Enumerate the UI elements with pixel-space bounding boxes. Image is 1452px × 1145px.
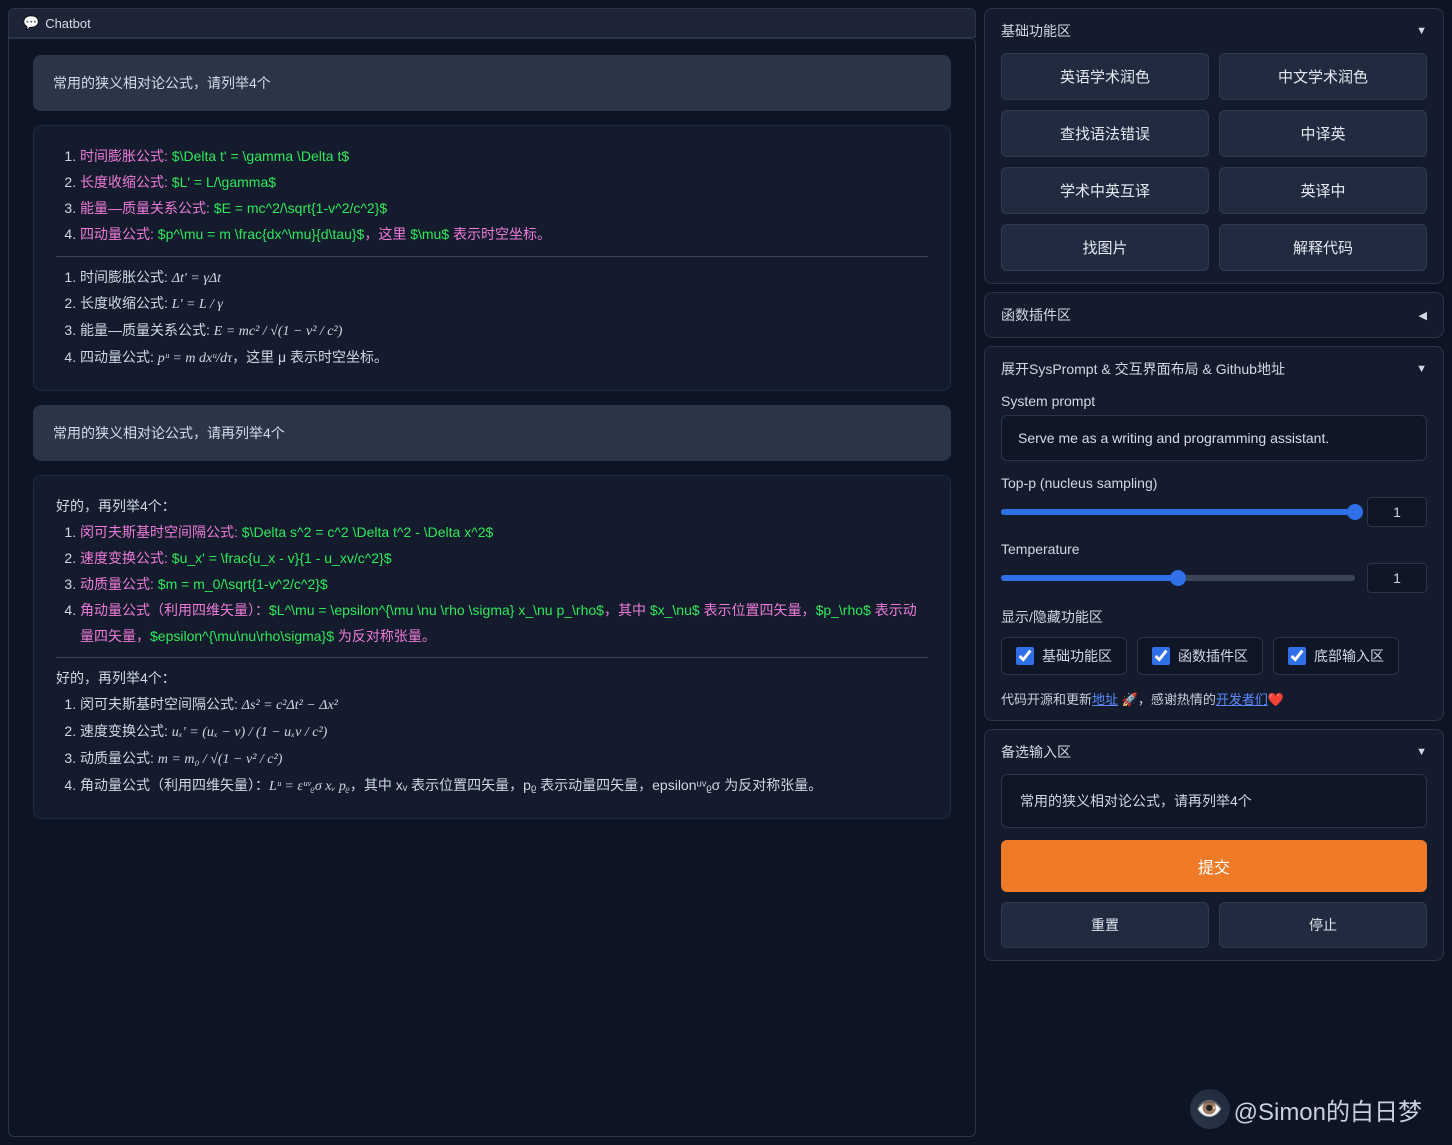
plugin-panel-header[interactable]: 函数插件区 ◀ <box>1001 305 1427 325</box>
chatbot-tab[interactable]: 💬 Chatbot <box>8 8 976 38</box>
fn-grammar-check-button[interactable]: 查找语法错误 <box>1001 110 1209 157</box>
chevron-left-icon: ◀ <box>1419 309 1427 322</box>
chat-scroll: 常用的狭义相对论公式，请列举4个 时间膨胀公式: $\Delta t' = \g… <box>8 38 976 1137</box>
credits-line: 代码开源和更新地址 🚀，感谢热情的开发者们❤️ <box>1001 689 1427 708</box>
chat-icon: 💬 <box>23 15 39 31</box>
heart-icon: ❤️ <box>1268 692 1284 707</box>
topp-label: Top-p (nucleus sampling) <box>1001 475 1427 491</box>
submit-button[interactable]: 提交 <box>1001 840 1427 892</box>
fn-academic-translate-button[interactable]: 学术中英互译 <box>1001 167 1209 214</box>
cb-basic[interactable]: 基础功能区 <box>1001 637 1127 675</box>
temp-label: Temperature <box>1001 541 1427 557</box>
alt-textarea[interactable]: 常用的狭义相对论公式，请再列举4个 <box>1001 774 1427 828</box>
plugin-panel: 函数插件区 ◀ <box>984 292 1444 338</box>
bot-message: 好的，再列举4个： 闵可夫斯基时空间隔公式: $\Delta s^2 = c^2… <box>33 475 951 819</box>
fn-cn-to-en-button[interactable]: 中译英 <box>1219 110 1427 157</box>
stop-button[interactable]: 停止 <box>1219 902 1427 948</box>
fn-explain-code-button[interactable]: 解释代码 <box>1219 224 1427 271</box>
sysprompt-input[interactable]: Serve me as a writing and programming as… <box>1001 415 1427 461</box>
reset-button[interactable]: 重置 <box>1001 902 1209 948</box>
weibo-icon: 👁️ <box>1190 1089 1230 1129</box>
panel-title: 展开SysPrompt & 交互界面布局 & Github地址 <box>1001 359 1285 379</box>
fn-chinese-polish-button[interactable]: 中文学术润色 <box>1219 53 1427 100</box>
tab-label: Chatbot <box>45 16 91 31</box>
fn-en-to-cn-button[interactable]: 英译中 <box>1219 167 1427 214</box>
panel-title: 函数插件区 <box>1001 305 1071 325</box>
side-column: 基础功能区 ▼ 英语学术润色 中文学术润色 查找语法错误 中译英 学术中英互译 … <box>984 8 1444 1137</box>
user-message: 常用的狭义相对论公式，请再列举4个 <box>33 405 951 461</box>
topp-value[interactable]: 1 <box>1367 497 1427 527</box>
cb-bottom-input[interactable]: 底部输入区 <box>1273 637 1399 675</box>
toggle-label: 显示/隐藏功能区 <box>1001 607 1427 627</box>
sysprompt-label: System prompt <box>1001 393 1427 409</box>
alt-panel-header[interactable]: 备选输入区 ▼ <box>1001 742 1427 762</box>
basic-panel: 基础功能区 ▼ 英语学术润色 中文学术润色 查找语法错误 中译英 学术中英互译 … <box>984 8 1444 284</box>
user-message: 常用的狭义相对论公式，请列举4个 <box>33 55 951 111</box>
chevron-down-icon: ▼ <box>1416 25 1427 37</box>
watermark: 👁️ @Simon的白日梦 <box>1190 1089 1422 1129</box>
topp-slider[interactable] <box>1001 509 1355 515</box>
chevron-down-icon: ▼ <box>1416 363 1427 375</box>
expand-panel-header[interactable]: 展开SysPrompt & 交互界面布局 & Github地址 ▼ <box>1001 359 1427 379</box>
chevron-down-icon: ▼ <box>1416 746 1427 758</box>
panel-title: 备选输入区 <box>1001 742 1071 762</box>
temp-value[interactable]: 1 <box>1367 563 1427 593</box>
devs-link[interactable]: 开发者们 <box>1216 692 1268 707</box>
basic-panel-header[interactable]: 基础功能区 ▼ <box>1001 21 1427 41</box>
fn-find-image-button[interactable]: 找图片 <box>1001 224 1209 271</box>
chat-column: 💬 Chatbot 常用的狭义相对论公式，请列举4个 时间膨胀公式: $\Del… <box>8 8 976 1137</box>
fn-english-polish-button[interactable]: 英语学术润色 <box>1001 53 1209 100</box>
rocket-icon: 🚀 <box>1122 692 1138 707</box>
cb-plugin[interactable]: 函数插件区 <box>1137 637 1263 675</box>
expand-panel: 展开SysPrompt & 交互界面布局 & Github地址 ▼ System… <box>984 346 1444 721</box>
repo-link[interactable]: 地址 <box>1092 692 1118 707</box>
panel-title: 基础功能区 <box>1001 21 1071 41</box>
temp-slider[interactable] <box>1001 575 1355 581</box>
bot-message: 时间膨胀公式: $\Delta t' = \gamma \Delta t$ 长度… <box>33 125 951 391</box>
alt-input-panel: 备选输入区 ▼ 常用的狭义相对论公式，请再列举4个 提交 重置 停止 <box>984 729 1444 961</box>
